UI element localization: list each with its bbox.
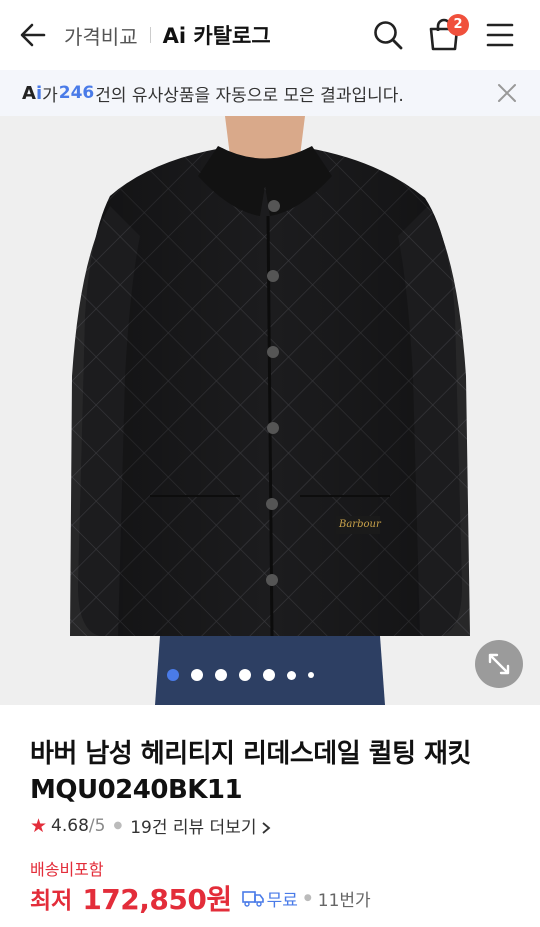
- product-title: 바버 남성 헤리티지 리데스데일 퀼팅 재킷 MQU0240BK11: [30, 739, 471, 805]
- rating-value: 4.68: [51, 815, 89, 836]
- top-header: 가격비교 Ai 카탈로그 2: [0, 0, 540, 70]
- pagination-dot[interactable]: [307, 672, 314, 678]
- back-arrow-icon[interactable]: [18, 20, 48, 50]
- breadcrumb: 가격비교 Ai 카탈로그: [64, 20, 271, 50]
- banner-message: 건의 유사상품을 자동으로 모은 결과입니다.: [95, 85, 404, 106]
- rating-row: ★ 4.68 /5 ● 19건 리뷰 더보기: [30, 813, 272, 838]
- rating-max: /5: [88, 815, 106, 836]
- star-icon: ★: [30, 814, 48, 837]
- chevron-right-icon: [262, 822, 271, 834]
- ai-logo-a: A: [22, 82, 36, 104]
- pagination-dot[interactable]: [238, 669, 251, 681]
- dot-separator: ●: [113, 820, 123, 831]
- ai-result-banner: Ai 가 246 건의 유사상품을 자동으로 모은 결과입니다.: [0, 70, 540, 116]
- close-icon[interactable]: [496, 82, 518, 104]
- reviews-link[interactable]: 19건 리뷰 더보기: [130, 813, 272, 838]
- image-pagination: [0, 669, 540, 681]
- pagination-dot[interactable]: [190, 669, 203, 681]
- banner-prefix: 가: [42, 85, 58, 106]
- breadcrumb-catalog: Ai 카탈로그: [162, 24, 271, 48]
- dot-separator: ●: [303, 893, 312, 903]
- hamburger-menu-icon[interactable]: [486, 22, 514, 48]
- pagination-dot[interactable]: [262, 669, 275, 681]
- mall-name[interactable]: 11번가: [318, 886, 371, 911]
- price-row: 최저 172,850원 무료 ● 11번가: [30, 878, 371, 918]
- ai-logo: Ai: [22, 83, 42, 104]
- brand-label: Barbour: [339, 519, 381, 530]
- pagination-dot[interactable]: [166, 669, 179, 681]
- price-value: 172,850원: [82, 883, 232, 916]
- delivery-truck-icon: [241, 891, 264, 907]
- lowest-price-label: 최저: [30, 888, 73, 914]
- free-delivery-label: 무료: [266, 890, 298, 911]
- search-icon[interactable]: [372, 19, 404, 51]
- breadcrumb-divider: [149, 27, 151, 43]
- pagination-dot[interactable]: [214, 669, 227, 681]
- jacket-illustration: [70, 116, 470, 705]
- pagination-dot[interactable]: [286, 670, 296, 680]
- product-image[interactable]: Barbour: [0, 116, 540, 705]
- similar-count: 246: [58, 83, 95, 103]
- reviews-link-label: 19건 리뷰 더보기: [130, 818, 257, 838]
- cart-count-badge: 2: [447, 14, 469, 36]
- breadcrumb-category[interactable]: 가격비교: [64, 21, 138, 50]
- shipping-included-label: 배송비포함: [30, 860, 104, 879]
